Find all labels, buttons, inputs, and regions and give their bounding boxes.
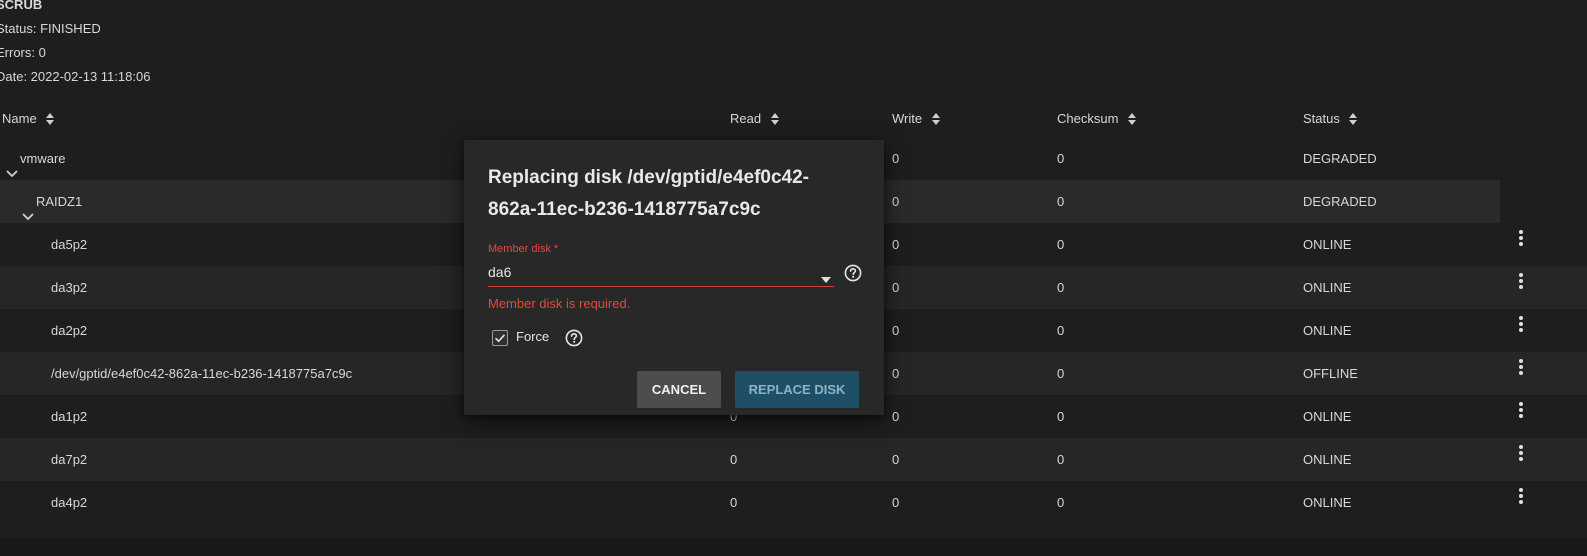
table-header: Name Read Write Checksum Status (0, 98, 1587, 140)
row-checksum: 0 (1057, 409, 1065, 424)
scrub-date: Date: 2022-02-13 11:18:06 (0, 69, 151, 84)
scrub-heading: SCRUB (0, 0, 43, 12)
row-write: 0 (892, 495, 900, 510)
page-footer-bar (0, 537, 1587, 556)
row-name-label: vmware (20, 151, 66, 166)
replace-disk-button[interactable]: REPLACE DISK (735, 371, 859, 408)
cancel-button[interactable]: CANCEL (637, 371, 721, 408)
dialog-title: Replacing disk /dev/gptid/e4ef0c42-862a-… (488, 167, 809, 220)
check-icon (494, 334, 506, 343)
pool-status-page: SCRUB Status: FINISHED Errors: 0 Date: 2… (0, 0, 1587, 556)
row-checksum: 0 (1057, 323, 1065, 338)
row-checksum: 0 (1057, 452, 1065, 467)
column-header-checksum[interactable]: Checksum (1057, 98, 1137, 140)
row-read: 0 (730, 452, 738, 467)
row-read: 0 (730, 495, 738, 510)
member-disk-underline (488, 286, 834, 287)
force-checkbox[interactable] (492, 330, 508, 346)
table-row[interactable]: da4p2 0 0 0 ONLINE (0, 481, 1587, 524)
member-disk-error: Member disk is required. (488, 296, 631, 311)
sort-icon[interactable] (1128, 112, 1137, 125)
column-header-write[interactable]: Write (892, 98, 940, 140)
more-vert-icon[interactable] (1514, 485, 1528, 509)
row-write: 0 (892, 194, 900, 209)
row-name-label: RAIDZ1 (36, 194, 83, 209)
row-status: ONLINE (1303, 495, 1352, 510)
column-header-read-label: Read (730, 111, 762, 126)
row-write: 0 (892, 280, 900, 295)
column-header-checksum-label: Checksum (1057, 111, 1119, 126)
sort-icon[interactable] (770, 112, 779, 125)
column-header-read[interactable]: Read (730, 98, 779, 140)
row-write: 0 (892, 409, 900, 424)
column-header-name-label: Name (2, 111, 37, 126)
help-circle-icon[interactable] (844, 264, 862, 282)
row-checksum: 0 (1057, 366, 1065, 381)
row-name: /dev/gptid/e4ef0c42-862a-11ec-b236-14187… (51, 366, 353, 381)
row-name: RAIDZ1 (22, 180, 82, 223)
sort-icon[interactable] (46, 112, 55, 125)
row-checksum: 0 (1057, 237, 1065, 252)
row-checksum: 0 (1057, 280, 1065, 295)
column-header-status-label: Status (1303, 111, 1340, 126)
column-header-write-label: Write (892, 111, 923, 126)
more-vert-icon[interactable] (1514, 313, 1528, 337)
row-status: ONLINE (1303, 409, 1352, 424)
member-disk-select[interactable]: da6 (488, 264, 511, 280)
help-circle-icon[interactable] (565, 329, 583, 347)
member-disk-label: Member disk * (488, 243, 559, 255)
sort-icon[interactable] (931, 112, 940, 125)
row-write: 0 (892, 237, 900, 252)
more-vert-icon[interactable] (1514, 270, 1528, 294)
row-write: 0 (892, 151, 900, 166)
row-status: ONLINE (1303, 280, 1352, 295)
sort-icon[interactable] (1349, 112, 1358, 125)
row-name: da3p2 (51, 280, 88, 295)
row-name: da5p2 (51, 237, 88, 252)
scrub-status: Status: FINISHED (0, 21, 101, 36)
row-write: 0 (892, 452, 900, 467)
replace-disk-dialog: Replacing disk /dev/gptid/e4ef0c42-862a-… (464, 140, 884, 415)
chevron-down-icon[interactable] (6, 153, 18, 177)
force-label[interactable]: Force (516, 329, 549, 344)
row-name: da4p2 (51, 495, 88, 510)
table-row[interactable]: da7p2 0 0 0 ONLINE (0, 438, 1587, 481)
row-name: da2p2 (51, 323, 88, 338)
row-status: ONLINE (1303, 323, 1352, 338)
more-vert-icon[interactable] (1514, 399, 1528, 423)
row-name: da1p2 (51, 409, 88, 424)
chevron-down-icon[interactable] (22, 196, 34, 220)
more-vert-icon[interactable] (1514, 442, 1528, 466)
dropdown-arrow-icon[interactable] (821, 270, 831, 283)
row-status: DEGRADED (1303, 151, 1377, 166)
row-write: 0 (892, 323, 900, 338)
column-header-status[interactable]: Status (1303, 98, 1358, 140)
row-status: OFFLINE (1303, 366, 1358, 381)
more-vert-icon[interactable] (1514, 356, 1528, 380)
column-header-name[interactable]: Name (2, 98, 55, 140)
row-status: ONLINE (1303, 452, 1352, 467)
row-name: da7p2 (51, 452, 88, 467)
row-checksum: 0 (1057, 194, 1065, 209)
more-vert-icon[interactable] (1514, 227, 1528, 251)
row-status: ONLINE (1303, 237, 1352, 252)
row-checksum: 0 (1057, 151, 1065, 166)
row-checksum: 0 (1057, 495, 1065, 510)
row-name: vmware (6, 137, 66, 180)
scrub-errors: Errors: 0 (0, 45, 46, 60)
row-status: DEGRADED (1303, 194, 1377, 209)
row-write: 0 (892, 366, 900, 381)
